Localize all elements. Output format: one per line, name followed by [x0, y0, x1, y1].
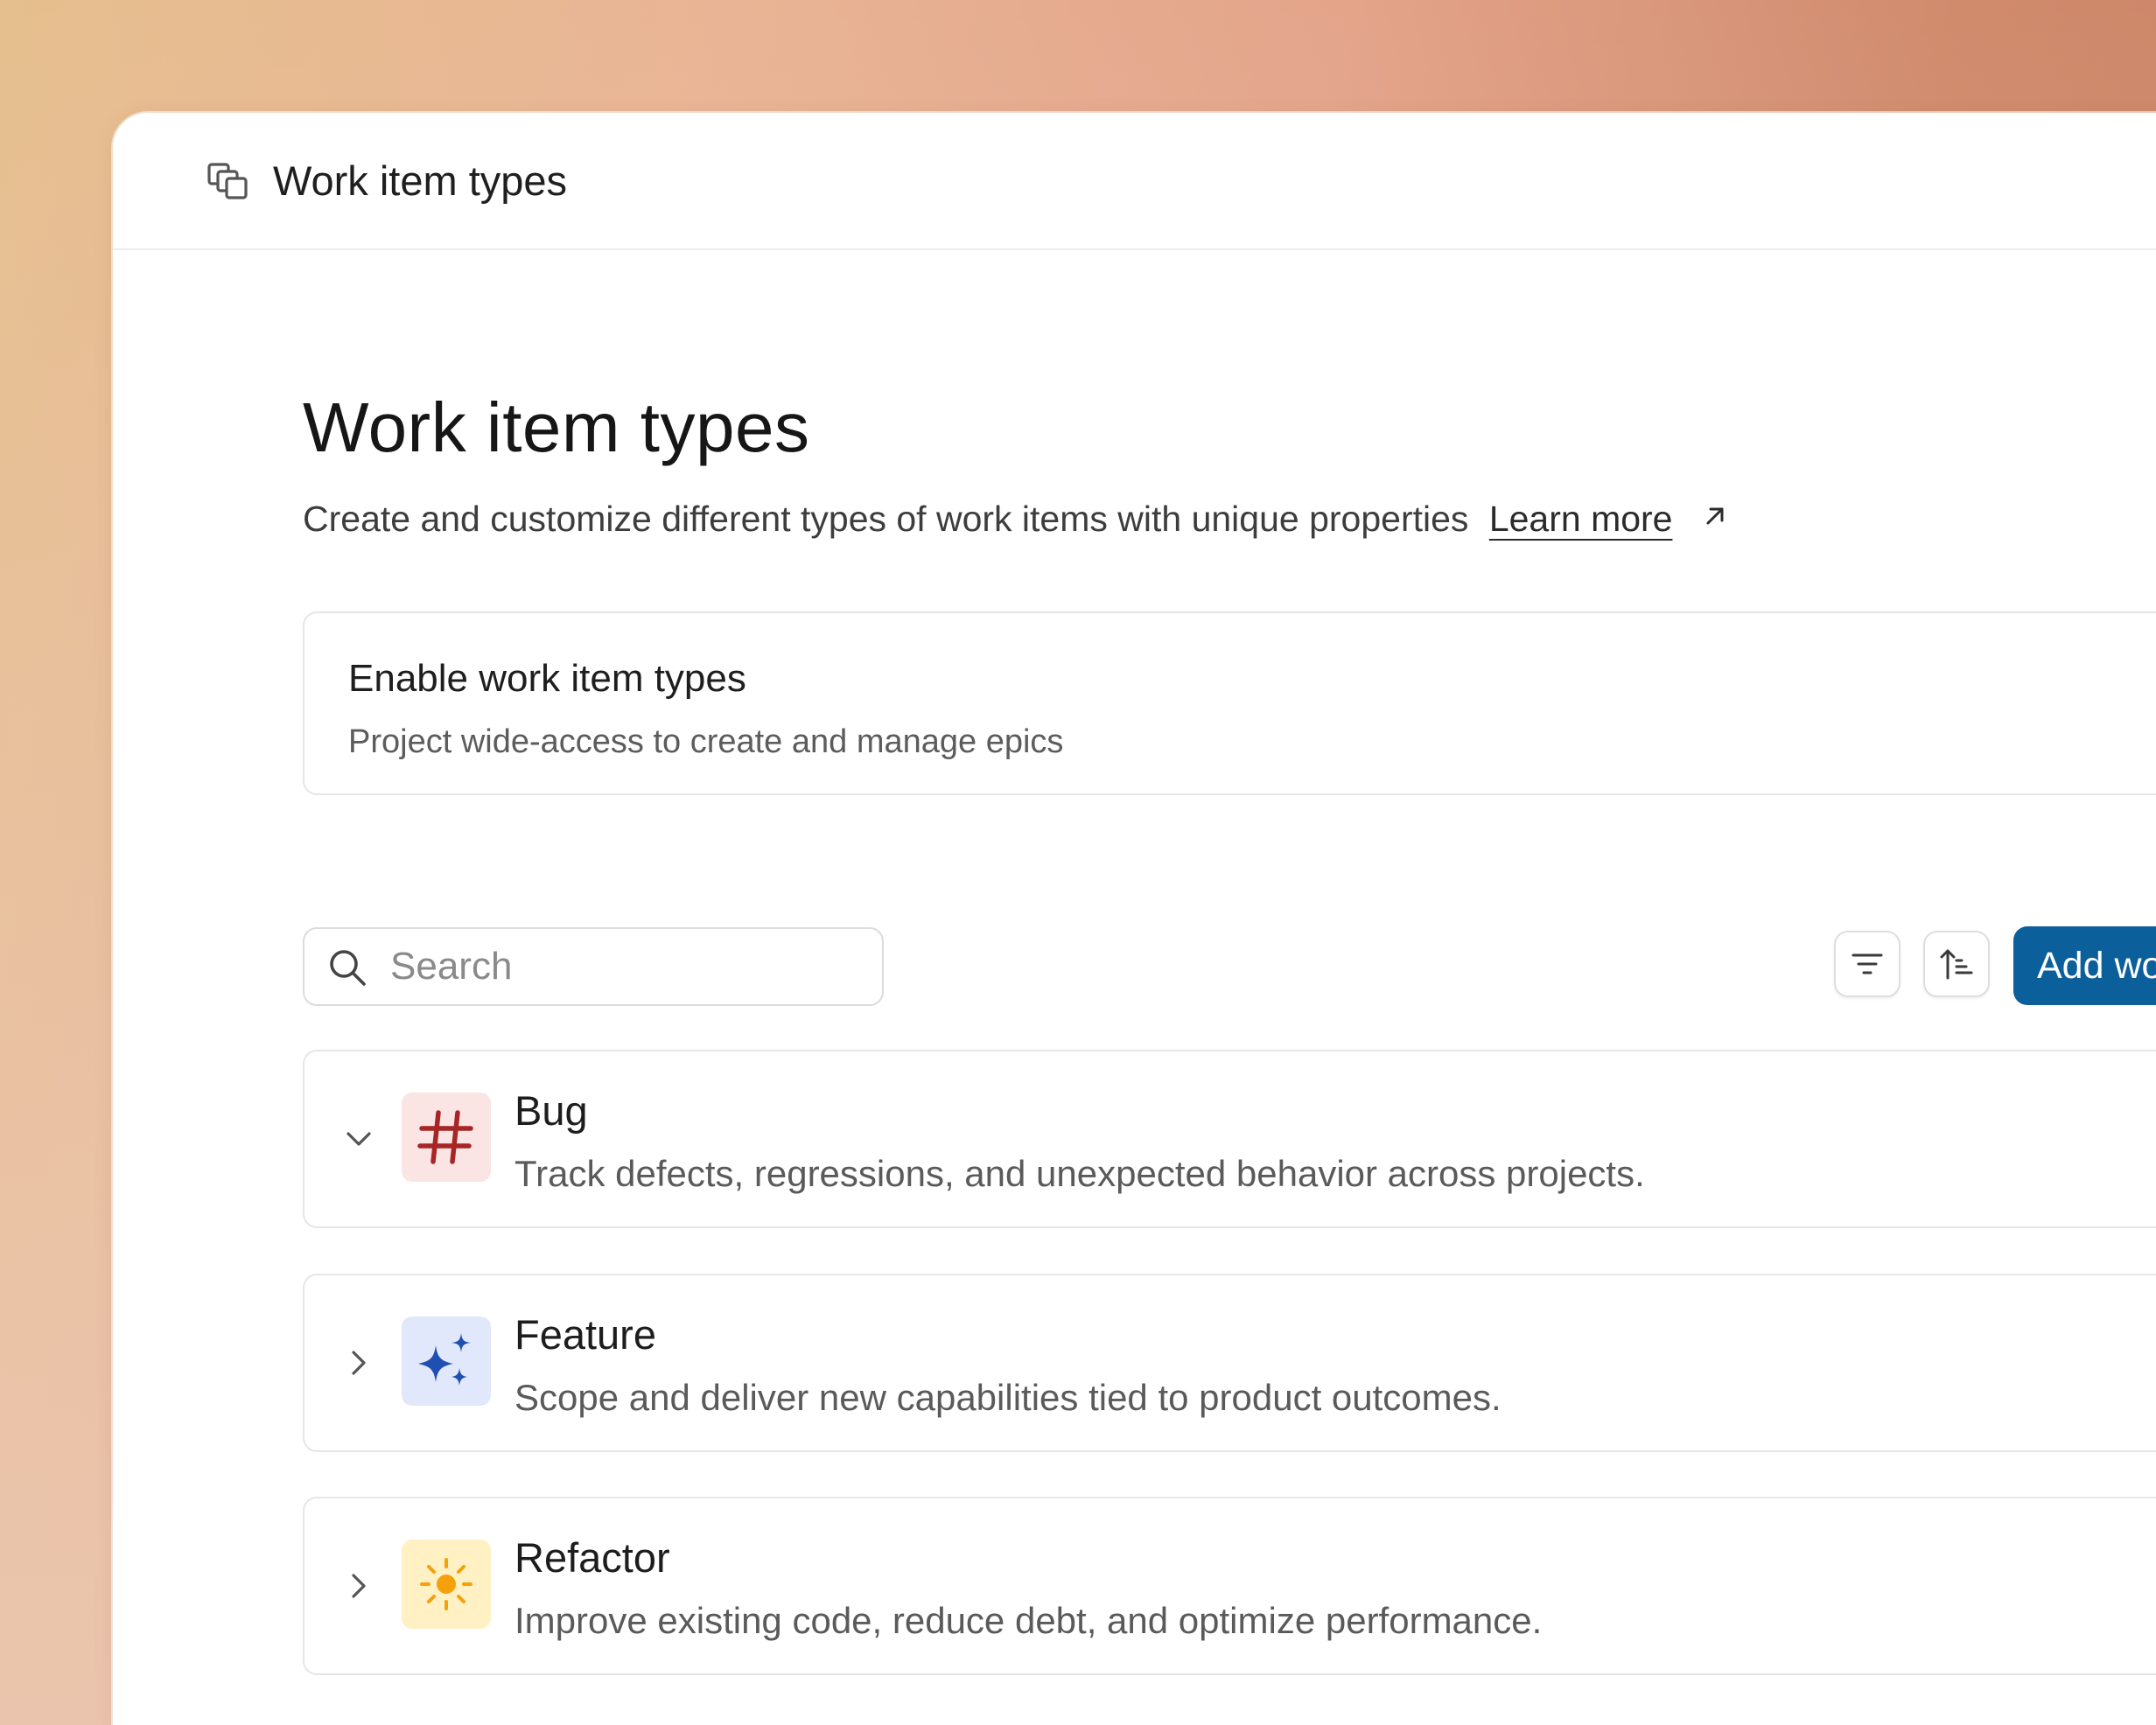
top-bar-title: Work item types [273, 157, 568, 204]
enable-card-title: Enable work item types [348, 657, 746, 700]
work-item-type-row[interactable]: Bug Track defects, regressions, and unex… [303, 1050, 2156, 1228]
page-description-text: Create and customize different types of … [303, 499, 1469, 539]
search-icon [330, 950, 366, 986]
type-description: Track defects, regressions, and unexpect… [514, 1153, 1645, 1194]
chevron-right-icon[interactable] [340, 1567, 378, 1605]
filter-icon [1852, 953, 1883, 974]
type-description: Scope and deliver new capabilities tied … [514, 1377, 1502, 1418]
feature-type-icon-tile [402, 1316, 491, 1406]
add-work-item-type-button[interactable]: Add wo [2013, 926, 2156, 1005]
work-item-type-row[interactable]: Refactor Improve existing code, reduce d… [303, 1497, 2156, 1675]
bug-type-icon-tile [402, 1093, 491, 1182]
hash-icon [417, 1110, 473, 1164]
enable-card-subtitle: Project wide-access to create and manage… [348, 723, 1064, 760]
search-box[interactable] [303, 927, 884, 1006]
chevron-down-icon[interactable] [340, 1120, 378, 1158]
filter-button[interactable] [1834, 931, 1900, 997]
sparkles-icon [418, 1333, 471, 1386]
work-item-type-row[interactable]: Feature Scope and deliver new capabiliti… [303, 1274, 2156, 1452]
type-description: Improve existing code, reduce debt, and … [514, 1600, 1543, 1641]
type-name: Feature [514, 1311, 656, 1358]
top-bar: Work item types [113, 113, 2156, 250]
type-name: Bug [514, 1087, 588, 1134]
external-link-icon[interactable] [1702, 503, 1728, 529]
search-input[interactable] [390, 941, 863, 992]
enable-work-item-types-card: Enable work item types Project wide-acce… [303, 611, 2156, 795]
sort-icon [1940, 949, 1973, 980]
learn-more-link[interactable]: Learn more [1489, 499, 1673, 539]
page-title: Work item types [303, 388, 810, 466]
type-name: Refactor [514, 1534, 670, 1581]
chevron-right-icon[interactable] [340, 1344, 378, 1382]
page-description: Create and customize different types of … [303, 494, 1728, 543]
app-window: Work item types Work item types Create a… [113, 113, 2156, 1725]
sort-button[interactable] [1923, 931, 1990, 997]
refactor-type-icon-tile [402, 1540, 491, 1629]
work-item-types-icon [207, 163, 248, 199]
sun-icon [420, 1558, 472, 1610]
